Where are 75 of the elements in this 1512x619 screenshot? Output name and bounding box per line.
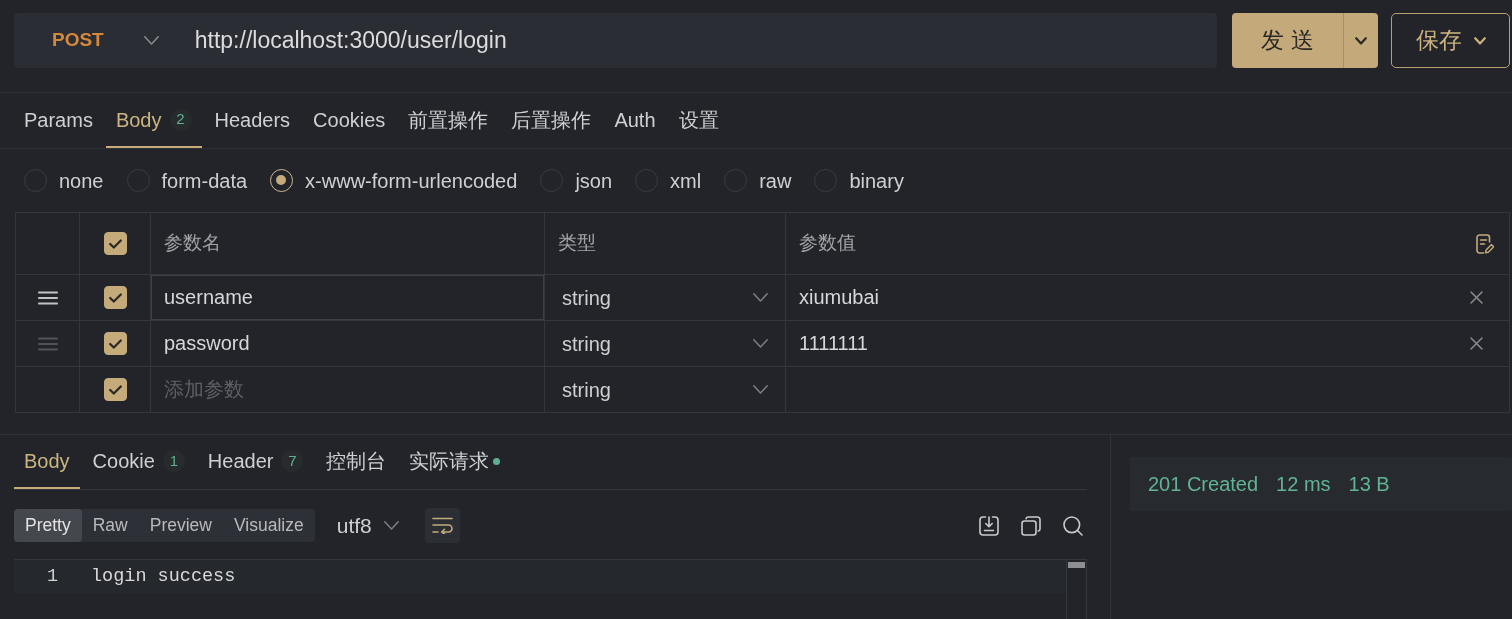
- column-header: 类型: [558, 231, 596, 256]
- chevron-down-icon: [753, 385, 768, 394]
- column-header: 参数名: [164, 231, 221, 256]
- drag-handle-icon[interactable]: [37, 336, 58, 351]
- scrollbar[interactable]: [1066, 560, 1087, 619]
- drag-handle-icon[interactable]: [37, 290, 58, 305]
- request-tab[interactable]: Cookies: [303, 93, 396, 148]
- wrap-icon: [431, 517, 453, 534]
- body-type-option[interactable]: form-data: [126, 165, 248, 196]
- response-tab[interactable]: Body: [14, 435, 80, 489]
- chevron-down-icon: [383, 521, 399, 530]
- method-dropdown[interactable]: POST: [14, 13, 159, 68]
- check-icon: [108, 238, 122, 249]
- type-select[interactable]: string: [545, 275, 785, 320]
- view-mode-tab[interactable]: Raw: [81, 509, 139, 542]
- view-mode-tab[interactable]: Pretty: [14, 509, 82, 542]
- code-line: login success: [91, 564, 236, 589]
- close-icon[interactable]: [1470, 291, 1483, 304]
- body-type-option[interactable]: binary: [814, 165, 904, 196]
- line-number: 1: [45, 564, 58, 589]
- key-input[interactable]: username: [151, 275, 544, 320]
- checkbox[interactable]: [103, 378, 127, 401]
- request-tab[interactable]: 后置操作: [501, 93, 602, 148]
- request-tab[interactable]: Headers: [204, 93, 301, 148]
- view-mode-tab[interactable]: Preview: [138, 509, 223, 542]
- response-tab[interactable]: Cookie 1: [82, 435, 195, 489]
- request-tab[interactable]: 前置操作: [398, 93, 499, 148]
- type-select[interactable]: string: [545, 321, 785, 366]
- checkbox[interactable]: [103, 286, 127, 309]
- tab-count: 7: [281, 450, 304, 472]
- tab-count: 1: [162, 450, 185, 472]
- tab-count: 2: [169, 108, 192, 131]
- status-code: 201 Created: [1148, 472, 1259, 497]
- key-input[interactable]: password: [151, 321, 544, 366]
- response-size: 13 B: [1348, 472, 1390, 497]
- checkbox[interactable]: [103, 332, 127, 355]
- body-type-option[interactable]: raw: [724, 165, 792, 196]
- checkbox[interactable]: [103, 232, 127, 255]
- close-icon[interactable]: [1470, 337, 1483, 350]
- request-tab[interactable]: Params: [14, 93, 103, 148]
- save-button[interactable]: 保存: [1391, 13, 1510, 68]
- chevron-down-icon: [753, 293, 768, 302]
- key-input[interactable]: 添加参数: [151, 367, 544, 412]
- encoding-dropdown[interactable]: utf8: [336, 509, 399, 542]
- body-type-option[interactable]: none: [24, 165, 104, 196]
- request-tab[interactable]: Auth: [604, 93, 666, 148]
- check-icon: [108, 384, 122, 395]
- copy-icon[interactable]: [1021, 515, 1041, 536]
- download-icon[interactable]: [979, 515, 999, 536]
- request-tab[interactable]: 设置: [668, 93, 729, 148]
- chevron-down-icon: [143, 36, 159, 45]
- chevron-down-icon: [753, 339, 768, 348]
- check-icon: [108, 338, 122, 349]
- type-select[interactable]: string: [545, 367, 785, 412]
- caret-down-icon: [1355, 36, 1367, 45]
- scrollbar-thumb[interactable]: [1068, 562, 1085, 568]
- response-tab[interactable]: Header 7: [197, 435, 314, 489]
- body-type-option[interactable]: xml: [635, 165, 702, 196]
- search-icon[interactable]: [1063, 515, 1083, 536]
- response-time: 12 ms: [1276, 472, 1331, 497]
- request-tab[interactable]: Body 2: [105, 93, 202, 148]
- response-tab[interactable]: 控制台: [316, 435, 397, 489]
- value-input[interactable]: xiumubai: [786, 275, 1470, 320]
- send-button[interactable]: 发 送: [1232, 13, 1343, 68]
- body-type-option[interactable]: x-www-form-urlencoded: [270, 165, 518, 196]
- value-input[interactable]: 1111111: [786, 321, 1470, 366]
- column-header: 参数值: [799, 231, 856, 256]
- response-tab[interactable]: 实际请求: [399, 435, 511, 489]
- url-input[interactable]: http://localhost:3000/user/login: [158, 13, 1217, 68]
- word-wrap-button[interactable]: [424, 508, 460, 543]
- bulk-edit-icon[interactable]: [1476, 233, 1494, 254]
- view-mode-tab[interactable]: Visualize: [223, 509, 315, 542]
- check-icon: [108, 292, 122, 303]
- caret-down-icon: [1473, 36, 1486, 45]
- body-type-option[interactable]: json: [540, 165, 613, 196]
